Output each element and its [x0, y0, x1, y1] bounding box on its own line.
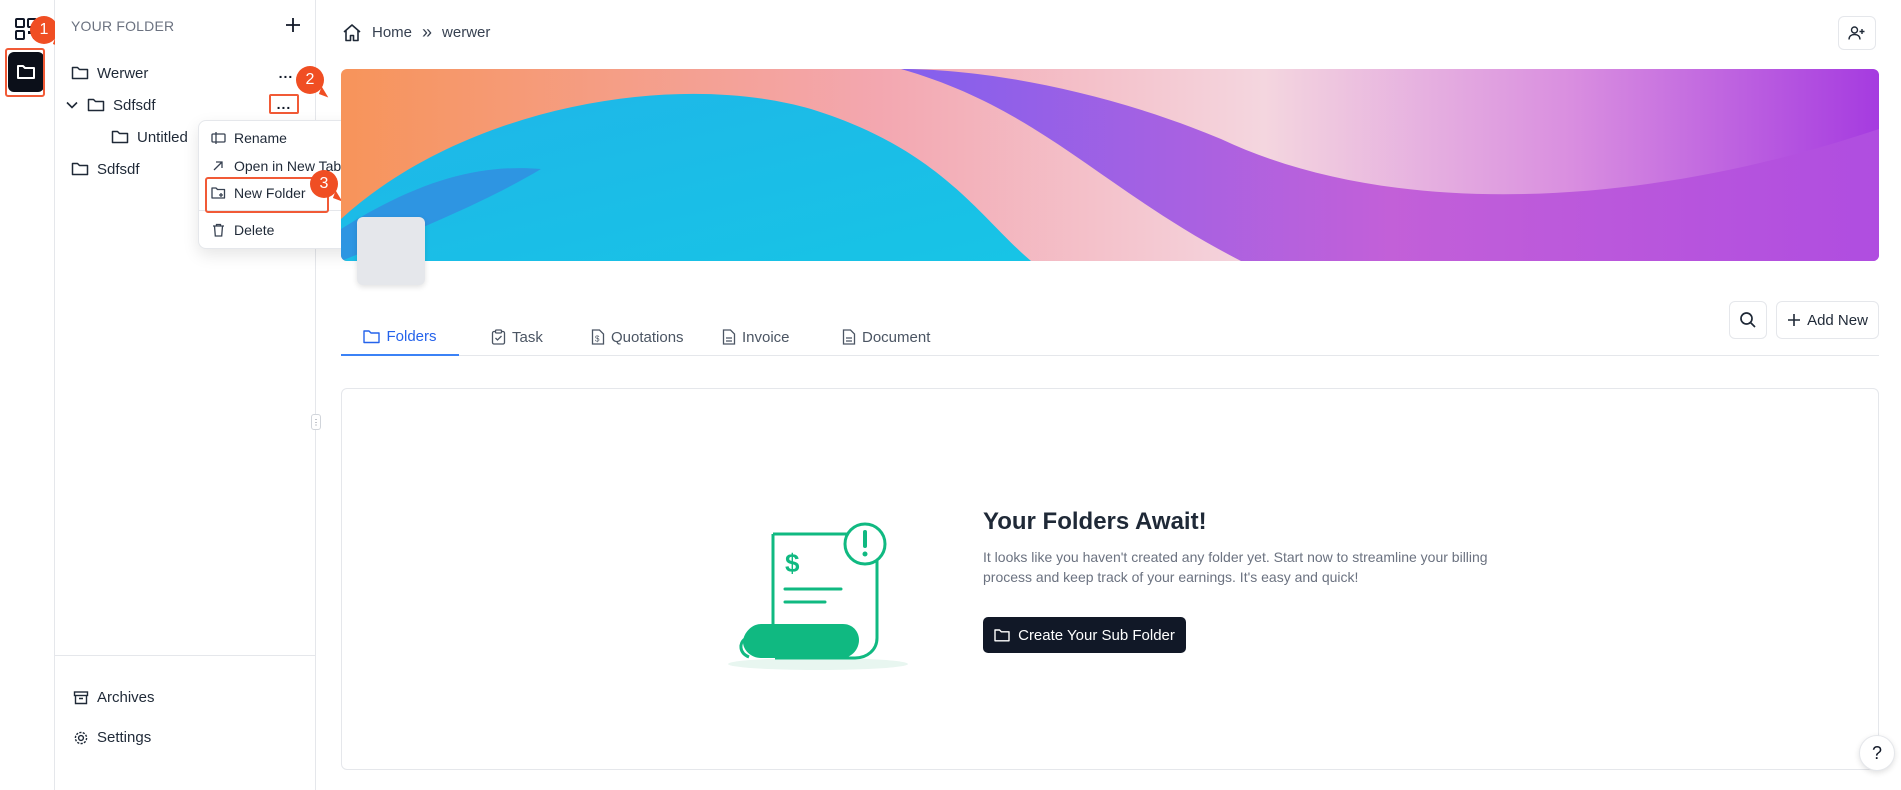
folder-icon: [71, 66, 89, 80]
empty-state-description: It looks like you haven't created any fo…: [983, 549, 1488, 585]
tree-item-werwer[interactable]: Werwer: [71, 62, 148, 84]
archive-icon: [73, 690, 89, 704]
folder-icon: [111, 130, 129, 144]
tab-label: Document: [862, 328, 931, 346]
create-sub-folder-label: Create Your Sub Folder: [1018, 626, 1175, 644]
add-new-button[interactable]: Add New: [1776, 301, 1879, 339]
breadcrumb-home[interactable]: Home: [372, 24, 412, 41]
tab-label: Task: [512, 328, 543, 346]
sidebar-divider: [55, 655, 316, 656]
add-folder-button[interactable]: [282, 14, 304, 36]
breadcrumb-separator: »: [422, 22, 433, 42]
breadcrumb: Home » werwer: [342, 22, 490, 43]
svg-text:$: $: [785, 548, 800, 578]
home-icon[interactable]: [342, 23, 362, 43]
search-icon: [1740, 312, 1756, 328]
step-badge-1: 1: [30, 16, 58, 44]
tab-document[interactable]: Document: [842, 318, 930, 356]
tab-invoice[interactable]: Invoice: [722, 318, 790, 356]
folder-avatar-placeholder[interactable]: [357, 217, 425, 285]
more-options-button-active[interactable]: ...: [269, 94, 299, 114]
sidebar-title: YOUR FOLDER: [71, 18, 175, 34]
chevron-down-icon[interactable]: [65, 98, 79, 112]
gear-icon: [74, 731, 88, 744]
menu-item-rename[interactable]: Rename: [211, 130, 287, 146]
user-plus-icon: [1848, 26, 1865, 40]
tree-item-label: Sdfsdf: [113, 96, 156, 114]
settings-link[interactable]: Settings: [73, 729, 151, 746]
tab-label: Folders: [386, 327, 437, 345]
folder-icon: [87, 98, 105, 112]
settings-label: Settings: [97, 729, 152, 746]
add-new-label: Add New: [1807, 311, 1868, 329]
plus-icon: [286, 18, 300, 32]
tree-item-label: Untitled: [137, 128, 188, 146]
breadcrumb-current: werwer: [442, 24, 491, 41]
tab-folders[interactable]: Folders: [341, 318, 459, 356]
tree-item-sdfsdf-expanded[interactable]: Sdfsdf: [65, 94, 156, 116]
svg-text:$: $: [595, 335, 600, 344]
folder-icon: [363, 329, 381, 343]
folder-sidebar: YOUR FOLDER Werwer ... Sdfsdf ... Untitl…: [55, 0, 316, 790]
folder-icon: [71, 162, 89, 176]
tree-item-untitled[interactable]: Untitled: [111, 126, 188, 148]
tab-label: Invoice: [742, 328, 790, 346]
folders-panel: $ Your Folders Await! It looks like you …: [341, 388, 1879, 770]
folder-icon: [994, 629, 1010, 642]
trash-icon: [213, 223, 224, 237]
menu-item-label: Delete: [234, 222, 275, 238]
cover-banner: [341, 69, 1879, 261]
step-highlight-1: [5, 48, 45, 97]
menu-item-delete[interactable]: Delete: [211, 222, 274, 238]
arrow-up-right-icon: [213, 161, 223, 171]
banner-gradient-image: [341, 69, 1879, 261]
help-button[interactable]: ?: [1859, 735, 1895, 771]
archives-link[interactable]: Archives: [73, 689, 155, 706]
plus-icon: [1788, 314, 1801, 326]
invoice-scroll-illustration: $: [728, 522, 908, 670]
tab-task[interactable]: Task: [491, 318, 543, 356]
document-dollar-icon: $: [591, 329, 605, 345]
tree-item-sdfsdf[interactable]: Sdfsdf: [71, 158, 140, 180]
tab-quotations[interactable]: $ Quotations: [591, 318, 684, 356]
content-tabs: Folders Task $ Quotations Invoice Docume…: [341, 318, 1879, 356]
search-button[interactable]: [1729, 301, 1767, 339]
document-icon: [842, 329, 856, 345]
tree-item-label: Sdfsdf: [97, 160, 140, 178]
tab-label: Quotations: [611, 328, 684, 346]
invite-users-button[interactable]: [1838, 16, 1876, 50]
empty-state-title: Your Folders Await!: [983, 508, 1207, 535]
rename-icon: [211, 132, 226, 144]
archives-label: Archives: [97, 689, 155, 706]
main-content: Home » werwer Folders Task $ Quotations …: [316, 0, 1901, 790]
icon-rail: [0, 0, 55, 790]
create-sub-folder-button[interactable]: Create Your Sub Folder: [983, 617, 1186, 653]
tree-item-label: Werwer: [97, 64, 149, 82]
document-icon: [722, 329, 736, 345]
clipboard-check-icon: [491, 329, 506, 345]
menu-item-label: Rename: [234, 130, 287, 146]
